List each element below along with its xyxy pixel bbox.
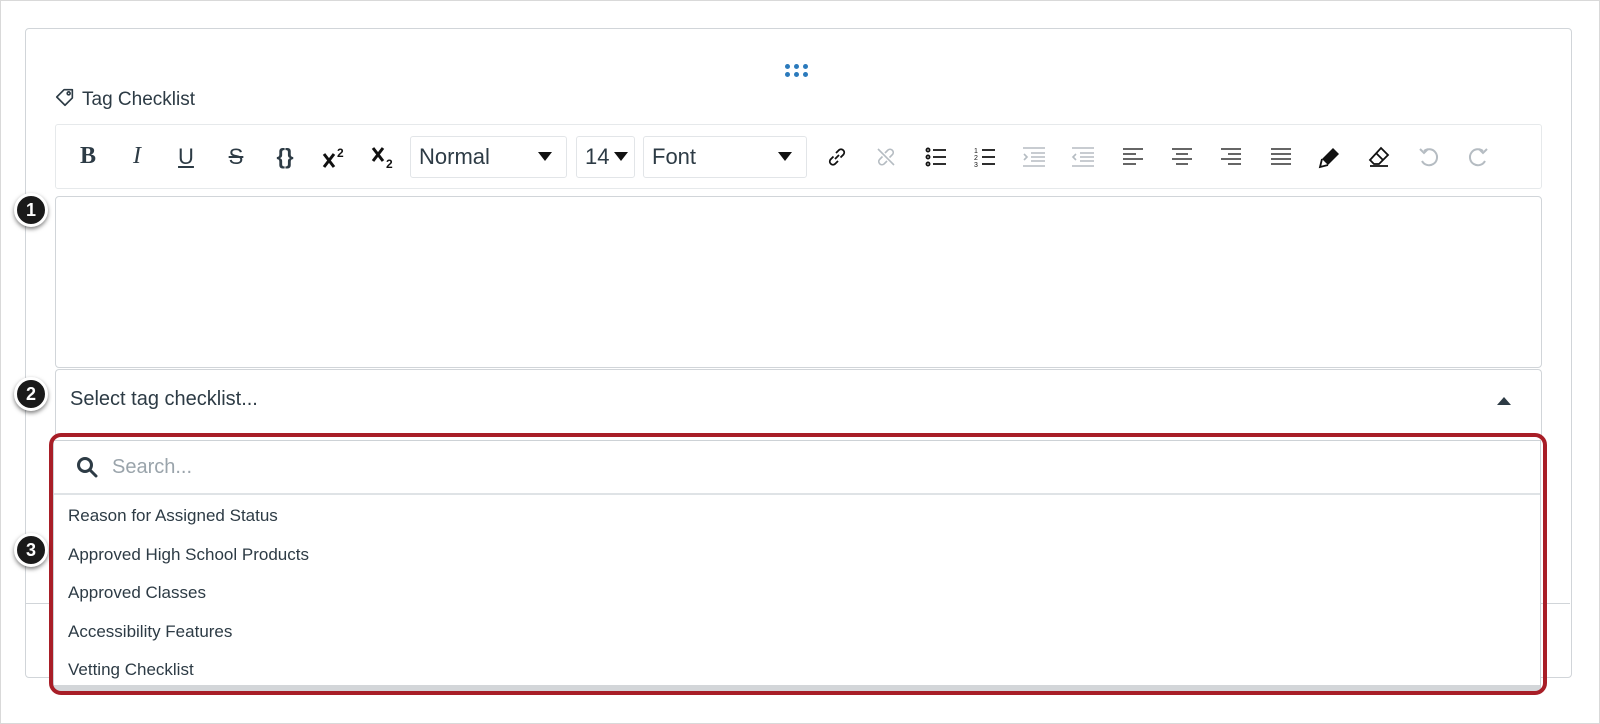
font-family-select[interactable]: Font [643, 136, 807, 178]
italic-icon: I [133, 143, 141, 169]
bold-button[interactable]: B [70, 125, 106, 188]
chevron-down-icon [614, 152, 628, 161]
strikethrough-button[interactable]: S [218, 125, 254, 188]
svg-text:2: 2 [337, 146, 344, 160]
svg-text:2: 2 [386, 157, 393, 171]
undo-button[interactable] [1411, 125, 1447, 188]
underline-button[interactable]: U [168, 125, 204, 188]
redo-button[interactable] [1460, 125, 1496, 188]
superscript-button[interactable]: 2 [316, 125, 354, 188]
tag-checklist-title: Tag Checklist [54, 86, 195, 114]
subscript-icon: 2 [371, 146, 393, 171]
link-icon [828, 147, 846, 166]
align-left-button[interactable] [1115, 125, 1151, 188]
drag-handle-icon[interactable] [785, 64, 809, 78]
svg-text:3: 3 [974, 162, 978, 169]
bullet-list-button[interactable] [918, 125, 954, 188]
chevron-down-icon [778, 152, 792, 161]
text-editor-area[interactable] [55, 196, 1542, 368]
code-button[interactable]: {} [267, 125, 303, 188]
unlink-icon [877, 147, 895, 166]
svg-text:1: 1 [974, 148, 978, 155]
clear-format-icon [1368, 146, 1390, 167]
svg-text:2: 2 [974, 155, 978, 162]
font-family-value: Font [652, 144, 697, 169]
paragraph-style-select[interactable]: Normal [410, 136, 567, 178]
code-icon: {} [276, 143, 294, 169]
dropdown-scrollbar[interactable] [54, 685, 1540, 691]
link-button[interactable] [819, 125, 855, 188]
italic-button[interactable]: I [119, 125, 155, 188]
chevron-up-icon[interactable] [1497, 397, 1511, 405]
list-item[interactable]: Approved Classes [54, 574, 1540, 613]
highlight-button[interactable] [1312, 125, 1348, 188]
align-center-button[interactable] [1164, 125, 1200, 188]
callout-3: 3 [14, 533, 48, 567]
align-right-icon [1221, 147, 1241, 165]
redo-icon [1468, 147, 1488, 166]
callout-2: 2 [14, 377, 48, 411]
search-input[interactable] [110, 454, 1414, 480]
clear-format-button[interactable] [1361, 125, 1397, 188]
unlink-button[interactable] [868, 125, 904, 188]
rich-text-toolbar: B I U S {} 2 2 Normal 14 Font 1 2 3 [55, 124, 1542, 189]
tag-checklist-select[interactable]: Select tag checklist... [55, 369, 1542, 438]
outdent-button[interactable] [1065, 125, 1101, 188]
outdent-icon [1071, 146, 1094, 167]
paragraph-style-value: Normal [419, 144, 490, 169]
indent-button[interactable] [1016, 125, 1052, 188]
list-item[interactable]: Reason for Assigned Status [54, 497, 1540, 536]
bullet-list-icon [925, 147, 946, 166]
numbered-list-icon: 1 2 3 [974, 148, 995, 169]
search-icon [77, 457, 98, 478]
strikethrough-icon: S [228, 143, 244, 169]
list-item[interactable]: Accessibility Features [54, 613, 1540, 652]
underline-icon: U [178, 143, 194, 169]
indent-icon [1023, 146, 1045, 167]
undo-icon [1419, 147, 1439, 166]
tag-icon [54, 86, 76, 114]
tag-checklist-label: Tag Checklist [82, 89, 195, 110]
bold-icon: B [79, 143, 96, 169]
subscript-button[interactable]: 2 [365, 125, 403, 188]
dropdown-search [54, 441, 1540, 495]
list-item[interactable]: Vetting Checklist [54, 651, 1540, 690]
chevron-down-icon [538, 152, 552, 161]
align-justify-button[interactable] [1263, 125, 1299, 188]
select-placeholder: Select tag checklist... [70, 388, 258, 410]
align-right-button[interactable] [1213, 125, 1249, 188]
numbered-list-button[interactable]: 1 2 3 [967, 125, 1003, 188]
superscript-icon: 2 [322, 146, 344, 168]
callout-1: 1 [14, 193, 48, 227]
font-size-value: 14 [585, 144, 610, 169]
align-justify-icon [1271, 147, 1291, 165]
font-size-select[interactable]: 14 [576, 136, 635, 178]
align-center-icon [1172, 147, 1192, 165]
highlight-pen-icon [1318, 147, 1339, 168]
list-item[interactable]: Approved High School Products [54, 536, 1540, 575]
options-list: Reason for Assigned Status Approved High… [54, 495, 1540, 690]
tag-checklist-dropdown: Reason for Assigned Status Approved High… [53, 440, 1541, 692]
align-left-icon [1123, 147, 1143, 165]
